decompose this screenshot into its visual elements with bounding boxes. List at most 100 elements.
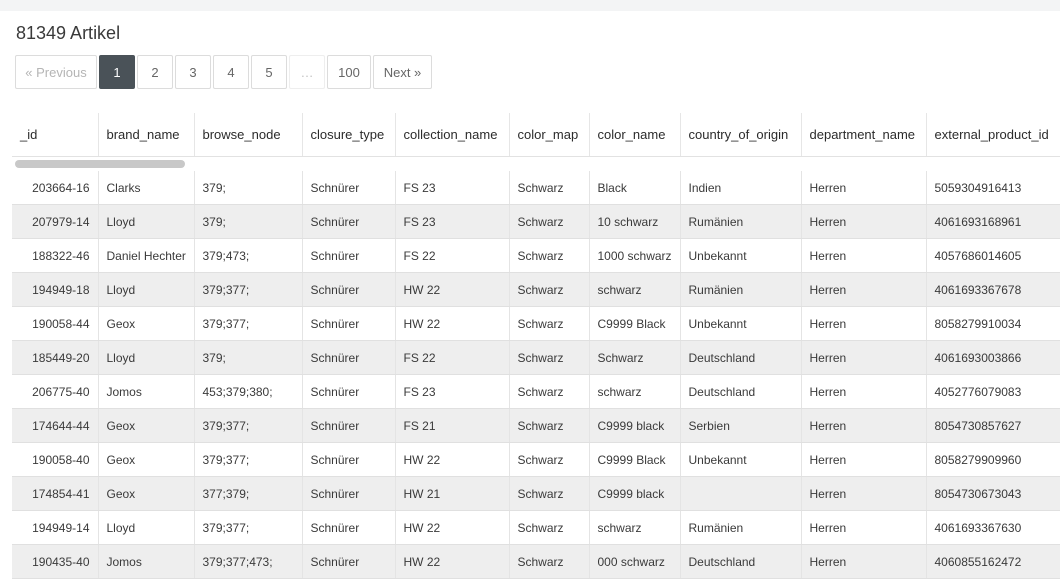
table-cell: 4061693168961 [926,204,1060,239]
table-cell: HW 22 [395,272,510,307]
table-cell: 379;473; [194,238,303,273]
table-cell: 379; [194,204,303,239]
table-row[interactable]: 188322-46 Daniel Hechter 379;473; Schnürer F… [12,238,1060,273]
table-cell: 379;377; [194,442,303,477]
table-cell: 4061693367678 [926,272,1060,307]
table-cell: Geox [98,476,195,511]
table-cell: 4061693367630 [926,510,1060,545]
table-cell: Herren [801,510,927,545]
table-cell: Schnürer [302,476,396,511]
table-cell: Unbekannt [680,442,802,477]
previous-page-button[interactable]: « Previous [15,55,97,89]
table-cell: Geox [98,408,195,443]
table-cell: 377;379; [194,476,303,511]
table-row[interactable]: 174644-44 Geox 379;377; Schnürer FS 21 Schwar… [12,408,1060,443]
table-row[interactable]: 194949-14 Lloyd 379;377; Schnürer HW 22 Schwa… [12,510,1060,545]
table-cell: Schwarz [509,476,590,511]
table-cell: Unbekannt [680,238,802,273]
table-cell: C9999 Black [589,442,681,477]
table-row[interactable]: 203664-16 Clarks 379; Schnürer FS 23 Schwarz B… [12,171,1060,205]
page-3-button[interactable]: 3 [175,55,211,89]
table-cell: Schnürer [302,544,396,579]
table-cell: Schnürer [302,442,396,477]
table-cell: Unbekannt [680,306,802,341]
table-cell: C9999 Black [589,306,681,341]
table-cell: Indien [680,171,802,205]
table-cell: 194949-14 [12,510,99,545]
table-row[interactable]: 190058-44 Geox 379;377; Schnürer HW 22 Schwar… [12,306,1060,341]
table-cell: 000 schwarz [589,544,681,579]
column-header[interactable]: external_product_id [926,113,1060,157]
table-cell: 188322-46 [12,238,99,273]
table-cell: HW 22 [395,442,510,477]
table-cell: schwarz [589,510,681,545]
table-cell: 10 schwarz [589,204,681,239]
page-100-button[interactable]: 100 [327,55,371,89]
column-header[interactable]: color_name [589,113,681,157]
page-5-button[interactable]: 5 [251,55,287,89]
table-cell: 174854-41 [12,476,99,511]
table-cell: HW 22 [395,510,510,545]
table-cell: Rumänien [680,510,802,545]
column-header[interactable]: department_name [801,113,927,157]
page-2-button[interactable]: 2 [137,55,173,89]
table-cell: Lloyd [98,340,195,375]
page-title: 81349 Artikel [16,23,121,43]
articles-table: _id brand_name browse_node closure_type … [12,113,1060,579]
table-cell: 185449-20 [12,340,99,375]
table-row[interactable]: 174854-41 Geox 377;379; Schnürer HW 21 Schwar… [12,476,1060,511]
page-4-button[interactable]: 4 [213,55,249,89]
table-cell: 8054730857627 [926,408,1060,443]
horizontal-scrollbar[interactable] [15,160,185,168]
table-row[interactable]: 190058-40 Geox 379;377; Schnürer HW 22 Schwar… [12,442,1060,477]
table-cell: Deutschland [680,340,802,375]
table-cell: HW 21 [395,476,510,511]
table-cell: Herren [801,374,927,409]
table-cell: 379; [194,171,303,205]
table-cell: Geox [98,306,195,341]
table-cell: schwarz [589,374,681,409]
column-header[interactable]: color_map [509,113,590,157]
table-cell: Schnürer [302,374,396,409]
table-cell: schwarz [589,272,681,307]
table-row[interactable]: 206775-40 Jomos 453;379;380; Schnürer FS 23 S… [12,374,1060,409]
column-header[interactable]: _id [12,113,99,157]
table-cell: Rumänien [680,272,802,307]
table-cell: Schnürer [302,272,396,307]
table-row[interactable]: 190435-40 Jomos 379;377;473; Schnürer HW 22 S… [12,544,1060,579]
next-page-button[interactable]: Next » [373,55,432,89]
pagination: « Previous 1 2 3 4 5 … 100 Next » [15,55,432,89]
table-cell: Lloyd [98,272,195,307]
table-cell: 379;377; [194,408,303,443]
table-cell: Herren [801,340,927,375]
table-cell: Schwarz [589,340,681,375]
column-header[interactable]: country_of_origin [680,113,802,157]
column-header[interactable]: collection_name [395,113,510,157]
table-row[interactable]: 194949-18 Lloyd 379;377; Schnürer HW 22 Schwa… [12,272,1060,307]
table-cell: 5059304916413 [926,171,1060,205]
column-header[interactable]: brand_name [98,113,195,157]
table-cell: FS 23 [395,204,510,239]
table-row[interactable]: 207979-14 Lloyd 379; Schnürer FS 23 Schwarz 10… [12,204,1060,239]
table-cell: Schwarz [509,306,590,341]
table-cell: Herren [801,476,927,511]
table-cell: Deutschland [680,544,802,579]
table-cell: Schwarz [509,238,590,273]
table-cell: Schnürer [302,238,396,273]
table-cell: 4061693003866 [926,340,1060,375]
table-cell: 203664-16 [12,171,99,205]
pagination-ellipsis: … [289,55,325,89]
table-cell: Herren [801,408,927,443]
page-1-button[interactable]: 1 [99,55,135,89]
table-cell: Serbien [680,408,802,443]
table-cell: FS 22 [395,238,510,273]
table-cell: Herren [801,171,927,205]
table-cell: 206775-40 [12,374,99,409]
table-cell: HW 22 [395,544,510,579]
column-header[interactable]: closure_type [302,113,396,157]
table-cell: Schwarz [509,374,590,409]
column-header[interactable]: browse_node [194,113,303,157]
table-cell: Jomos [98,374,195,409]
table-row[interactable]: 185449-20 Lloyd 379; Schnürer FS 22 Schwarz Sc… [12,340,1060,375]
table-cell: 379;377; [194,306,303,341]
